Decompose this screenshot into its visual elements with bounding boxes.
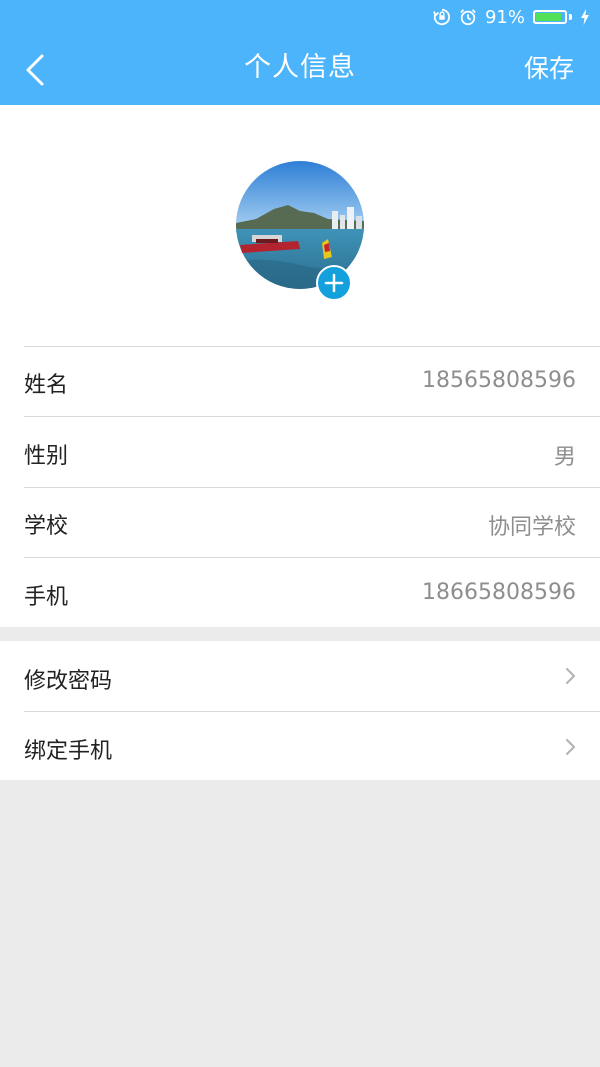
status-icons: 91% <box>433 5 590 29</box>
row-value: 男 <box>553 445 576 470</box>
chevron-right-icon <box>565 667 576 685</box>
row-value: 协同学校 <box>487 515 576 540</box>
add-avatar-button[interactable] <box>316 265 352 301</box>
profile-row-school[interactable]: 学校 协同学校 <box>24 487 600 557</box>
row-label: 绑定手机 <box>24 739 113 764</box>
rotation-lock-icon <box>433 8 450 26</box>
change-password-item[interactable]: 修改密码 <box>24 641 600 711</box>
chevron-right-icon <box>565 738 576 756</box>
app-header: 91% 个人信息 保存 <box>0 0 600 105</box>
row-label: 修改密码 <box>24 669 113 694</box>
profile-row-name[interactable]: 姓名 18565808596 <box>24 346 600 416</box>
charging-icon <box>581 9 589 25</box>
status-bar: 91% <box>0 0 600 34</box>
row-label: 性别 <box>24 444 69 469</box>
profile-row-gender[interactable]: 性别 男 <box>24 416 600 487</box>
navigation-bar: 个人信息 保存 <box>0 34 600 105</box>
row-value: 18665808596 <box>422 580 576 605</box>
settings-list: 修改密码 绑定手机 <box>0 641 600 780</box>
row-label: 姓名 <box>24 373 69 398</box>
page-title: 个人信息 <box>244 52 356 83</box>
profile-row-phone[interactable]: 手机 18665808596 <box>24 557 600 627</box>
row-label: 学校 <box>24 514 69 539</box>
profile-info-list: 姓名 18565808596 性别 男 学校 协同学校 手机 186658085… <box>0 346 600 627</box>
battery-icon <box>533 10 572 24</box>
battery-percentage: 91% <box>484 6 525 28</box>
plus-icon <box>324 273 344 293</box>
row-label: 手机 <box>24 585 69 610</box>
row-value: 18565808596 <box>422 368 576 393</box>
alarm-icon <box>460 9 476 26</box>
battery-level <box>536 13 562 21</box>
avatar-section <box>0 105 600 346</box>
bind-phone-item[interactable]: 绑定手机 <box>24 711 600 780</box>
save-button[interactable]: 保存 <box>524 34 574 105</box>
